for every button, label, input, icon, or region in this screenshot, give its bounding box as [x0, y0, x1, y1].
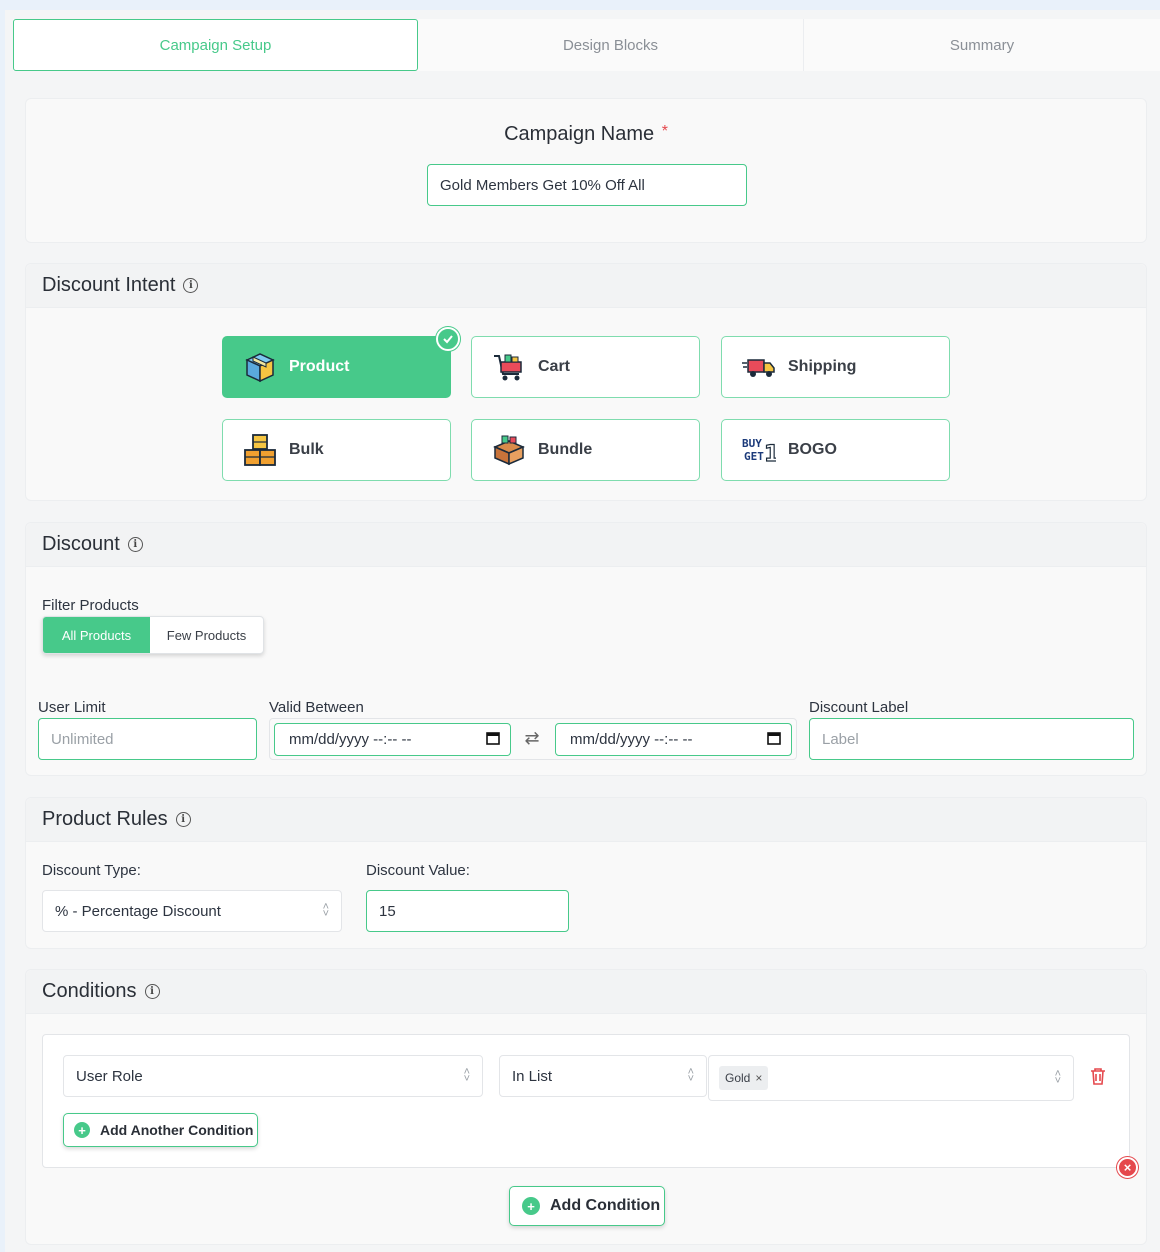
- product-rules-title: Product Rules: [42, 808, 168, 830]
- discount-value-input[interactable]: 15: [366, 890, 569, 932]
- user-limit-label: User Limit: [38, 699, 106, 716]
- buy-one-get-one-icon: BUY GET 1: [742, 433, 776, 467]
- start-date-placeholder: mm/dd/yyyy --:-- --: [289, 731, 412, 748]
- add-another-condition-button[interactable]: + Add Another Condition: [63, 1113, 258, 1147]
- intent-bundle[interactable]: Bundle: [471, 419, 700, 481]
- product-rules-card: Product Rules i Discount Type: % - Perce…: [25, 797, 1147, 949]
- discount-intent-header: Discount Intent i: [26, 264, 1146, 308]
- tag-gold: Gold ×: [719, 1066, 769, 1090]
- intent-bulk[interactable]: Bulk: [222, 419, 451, 481]
- info-icon[interactable]: i: [127, 537, 143, 552]
- page: Campaign Setup Design Blocks Summary Cam…: [5, 10, 1160, 1252]
- user-limit-input[interactable]: Unlimited: [38, 718, 257, 760]
- filter-products-label: Filter Products: [42, 597, 139, 614]
- svg-text:BUY: BUY: [742, 437, 762, 450]
- selected-check-icon: [436, 327, 460, 351]
- delete-condition-icon[interactable]: [1089, 1066, 1107, 1091]
- product-rules-header: Product Rules i: [26, 798, 1146, 842]
- calendar-icon[interactable]: [767, 731, 781, 749]
- campaign-name-label: Campaign Name: [504, 123, 655, 145]
- stacked-boxes-icon: [243, 433, 277, 467]
- required-mark: *: [661, 123, 668, 140]
- info-icon[interactable]: i: [183, 278, 199, 293]
- valid-between-label: Valid Between: [269, 699, 364, 716]
- conditions-title: Conditions: [42, 980, 137, 1002]
- intent-shipping[interactable]: Shipping: [721, 336, 950, 398]
- discount-intent-title: Discount Intent: [42, 274, 176, 296]
- condition-values-select[interactable]: Gold × ˄ ˅: [708, 1055, 1074, 1101]
- condition-operator-select[interactable]: In List ˄ ˅: [499, 1055, 707, 1097]
- calendar-icon[interactable]: [486, 731, 500, 749]
- start-date-input[interactable]: mm/dd/yyyy --:-- --: [274, 723, 511, 756]
- plus-circle-icon: +: [522, 1197, 540, 1215]
- chevron-updown-icon: ˄ ˅: [1054, 1068, 1061, 1087]
- intent-bogo[interactable]: BUY GET 1 BOGO: [721, 419, 950, 481]
- discount-label-placeholder: Label: [822, 730, 859, 748]
- end-date-placeholder: mm/dd/yyyy --:-- --: [570, 731, 693, 748]
- swap-arrows-icon: ⇄: [524, 728, 540, 748]
- shopping-cart-icon: [492, 350, 526, 384]
- campaign-name-input[interactable]: Gold Members Get 10% Off All: [427, 164, 747, 206]
- info-icon[interactable]: i: [175, 812, 191, 827]
- intent-bogo-label: BOGO: [788, 441, 837, 458]
- intent-cart[interactable]: Cart: [471, 336, 700, 398]
- intent-cart-label: Cart: [538, 358, 571, 375]
- add-condition-label: Add Condition: [550, 1197, 661, 1214]
- tab-summary[interactable]: Summary: [804, 19, 1160, 71]
- discount-intent-card: Discount Intent i Product Cart Shipping …: [25, 263, 1147, 501]
- user-limit-placeholder: Unlimited: [51, 730, 114, 748]
- tag-gold-label: Gold: [725, 1071, 751, 1085]
- intent-product[interactable]: Product: [222, 336, 451, 398]
- discount-title: Discount: [42, 533, 120, 555]
- add-condition-button[interactable]: + Add Condition: [509, 1186, 665, 1226]
- discount-label-label: Discount Label: [809, 699, 909, 716]
- remove-group-icon[interactable]: ×: [1117, 1157, 1138, 1178]
- info-icon[interactable]: i: [144, 984, 160, 999]
- condition-field-select[interactable]: User Role ˄ ˅: [63, 1055, 483, 1097]
- condition-group: User Role ˄ ˅ In List ˄ ˅ Gold × ˄ ˅ + Add …: [42, 1034, 1130, 1168]
- remove-tag-icon[interactable]: ×: [755, 1071, 762, 1085]
- condition-operator-value: In List: [512, 1067, 553, 1085]
- chevron-updown-icon: ˄ ˅: [463, 1066, 470, 1085]
- tab-campaign-setup[interactable]: Campaign Setup: [13, 19, 418, 71]
- conditions-card: Conditions i User Role ˄ ˅ In List ˄ ˅ Gol…: [25, 969, 1147, 1245]
- discount-header: Discount i: [26, 523, 1146, 567]
- intent-shipping-label: Shipping: [788, 358, 857, 375]
- discount-label-input[interactable]: Label: [809, 718, 1134, 760]
- tab-design-blocks[interactable]: Design Blocks: [418, 19, 804, 71]
- step-tabs: Campaign Setup Design Blocks Summary: [13, 19, 1160, 71]
- delivery-truck-icon: [742, 350, 776, 384]
- intent-bulk-label: Bulk: [289, 441, 324, 458]
- end-date-input[interactable]: mm/dd/yyyy --:-- --: [555, 723, 792, 756]
- plus-circle-icon: +: [74, 1122, 90, 1138]
- condition-field-value: User Role: [76, 1067, 143, 1085]
- chevron-updown-icon: ˄ ˅: [322, 901, 329, 920]
- svg-text:GET: GET: [744, 450, 764, 463]
- intent-product-label: Product: [289, 358, 350, 375]
- chevron-updown-icon: ˄ ˅: [687, 1066, 694, 1085]
- discount-type-select[interactable]: % - Percentage Discount ˄ ˅: [42, 890, 342, 932]
- discount-type-label: Discount Type:: [42, 862, 141, 879]
- discount-value-label: Discount Value:: [366, 862, 470, 879]
- filter-products-toggle: All Products Few Products: [42, 616, 264, 654]
- valid-between-group: mm/dd/yyyy --:-- -- ⇄ mm/dd/yyyy --:-- -…: [269, 718, 797, 760]
- campaign-name-heading: Campaign Name *: [26, 123, 1146, 146]
- intent-bundle-label: Bundle: [538, 441, 593, 458]
- svg-text:1: 1: [764, 442, 776, 467]
- package-icon: [243, 350, 277, 384]
- few-products-option[interactable]: Few Products: [150, 617, 263, 653]
- all-products-option[interactable]: All Products: [43, 617, 150, 653]
- add-another-condition-label: Add Another Condition: [100, 1122, 254, 1138]
- bundle-box-icon: [492, 433, 526, 467]
- discount-card: Discount i Filter Products All Products …: [25, 522, 1147, 776]
- campaign-name-card: Campaign Name * Gold Members Get 10% Off…: [25, 98, 1147, 243]
- discount-type-value: % - Percentage Discount: [55, 902, 221, 920]
- conditions-header: Conditions i: [26, 970, 1146, 1014]
